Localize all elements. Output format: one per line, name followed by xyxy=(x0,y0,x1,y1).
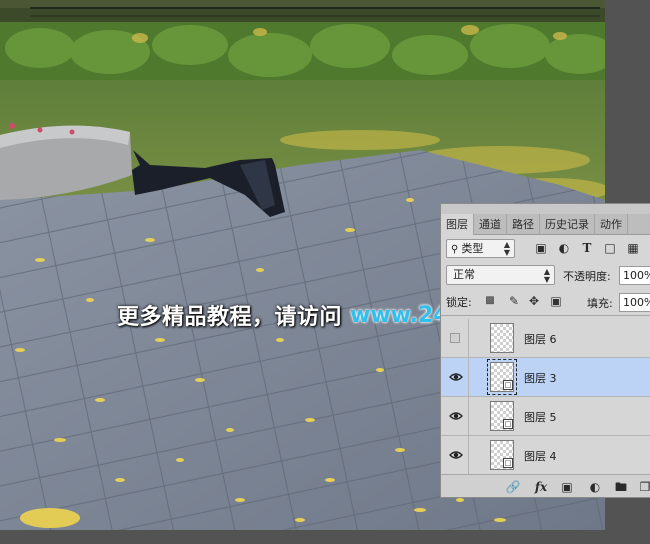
image-filter-icon[interactable]: ▣ xyxy=(534,241,548,255)
layer-row[interactable]: 图层 6 xyxy=(441,319,650,358)
smart-object-badge-icon: □ xyxy=(503,458,513,468)
lock-transparent-icon[interactable]: ▩ xyxy=(483,294,497,308)
adjustment-filter-icon[interactable]: ◐ xyxy=(557,241,571,255)
opacity-label: 不透明度: xyxy=(563,270,611,283)
photoshop-workspace: 更多精品教程，请访问 www.240PS.com 图层 通道 路径 历史记录 动… xyxy=(0,0,650,544)
tab-layers[interactable]: 图层 xyxy=(441,214,474,235)
lock-row: 锁定: ▩ ✎ ✥ ▣ 填充: 100% xyxy=(441,289,650,316)
layer-list: 图层 6 □ 图层 3 □ 图层 5 □ 图层 4 xyxy=(441,319,650,475)
opacity-input[interactable]: 100% xyxy=(619,266,650,285)
layer-name[interactable]: 图层 4 xyxy=(524,448,557,464)
adjustment-layer-icon[interactable]: ◐ xyxy=(587,480,603,495)
eye-icon xyxy=(449,451,463,459)
fill-label: 填充: xyxy=(587,297,613,310)
lock-paint-icon[interactable]: ✎ xyxy=(507,294,521,308)
blend-mode-select[interactable]: 正常 ▲ ▼ xyxy=(446,265,555,285)
visibility-toggle[interactable] xyxy=(441,436,469,474)
smart-object-filter-icon[interactable]: ▦ xyxy=(626,241,640,255)
lock-position-icon[interactable]: ✥ xyxy=(527,294,541,308)
eye-icon xyxy=(449,373,463,381)
tab-channels[interactable]: 通道 xyxy=(474,214,507,235)
panel-tabs: 图层 通道 路径 历史记录 动作 xyxy=(441,214,650,235)
panel-title-bar[interactable] xyxy=(441,204,650,214)
layer-name[interactable]: 图层 3 xyxy=(524,370,557,386)
tab-history[interactable]: 历史记录 xyxy=(540,214,595,235)
fill-input[interactable]: 100% xyxy=(619,293,650,312)
lock-all-icon[interactable]: ▣ xyxy=(549,294,563,308)
blend-row: 正常 ▲▼ 不透明度: 100% xyxy=(441,262,650,289)
panel-footer: 🔗 fx ▣ ◐ 🖿 ❐ xyxy=(441,474,650,497)
updown-arrows-icon: ▲ ▼ xyxy=(543,267,550,284)
smart-object-badge-icon: □ xyxy=(503,380,513,390)
layers-panel: 图层 通道 路径 历史记录 动作 ⚲ 类型 ▲ ▼ ▣ ◐ T □ ▦ 正常 ▲ ▼ … xyxy=(440,203,650,498)
smart-object-badge-icon: □ xyxy=(503,419,513,429)
watermark-text: 更多精品教程，请访问 xyxy=(117,305,343,330)
new-group-icon[interactable]: 🖿 xyxy=(613,480,629,495)
shape-filter-icon[interactable]: □ xyxy=(603,241,617,255)
layer-filter-row: ⚲ 类型 ▲ ▼ ▣ ◐ T □ ▦ xyxy=(441,235,650,262)
layer-thumbnail xyxy=(490,323,514,353)
visibility-toggle[interactable] xyxy=(441,397,469,435)
filter-kind-select[interactable]: ⚲ 类型 ▲ ▼ xyxy=(446,239,515,258)
visibility-toggle[interactable] xyxy=(441,358,469,396)
layer-name[interactable]: 图层 5 xyxy=(524,409,557,425)
filter-kind-label: 类型 xyxy=(461,242,484,255)
blend-mode-value: 正常 xyxy=(453,268,475,281)
layer-row[interactable]: □ 图层 4 xyxy=(441,436,650,475)
tab-actions[interactable]: 动作 xyxy=(595,214,628,235)
updown-arrows-icon: ▲ ▼ xyxy=(503,240,510,257)
visibility-toggle[interactable] xyxy=(441,319,469,357)
eye-icon xyxy=(449,412,463,420)
tab-paths[interactable]: 路径 xyxy=(507,214,540,235)
link-layers-icon[interactable]: 🔗 xyxy=(505,480,521,495)
layer-row-selected[interactable]: □ 图层 3 xyxy=(441,358,650,397)
layer-mask-icon[interactable]: ▣ xyxy=(559,480,575,495)
search-icon: ⚲ xyxy=(451,244,459,255)
layer-row[interactable]: □ 图层 5 xyxy=(441,397,650,436)
fx-icon[interactable]: fx xyxy=(533,480,549,495)
type-filter-icon[interactable]: T xyxy=(580,241,594,255)
lock-label: 锁定: xyxy=(446,296,472,309)
visibility-off-box xyxy=(450,333,460,343)
workspace-gutter-bottom xyxy=(0,530,650,544)
layer-name[interactable]: 图层 6 xyxy=(524,331,557,347)
new-layer-icon[interactable]: ❐ xyxy=(637,480,650,495)
